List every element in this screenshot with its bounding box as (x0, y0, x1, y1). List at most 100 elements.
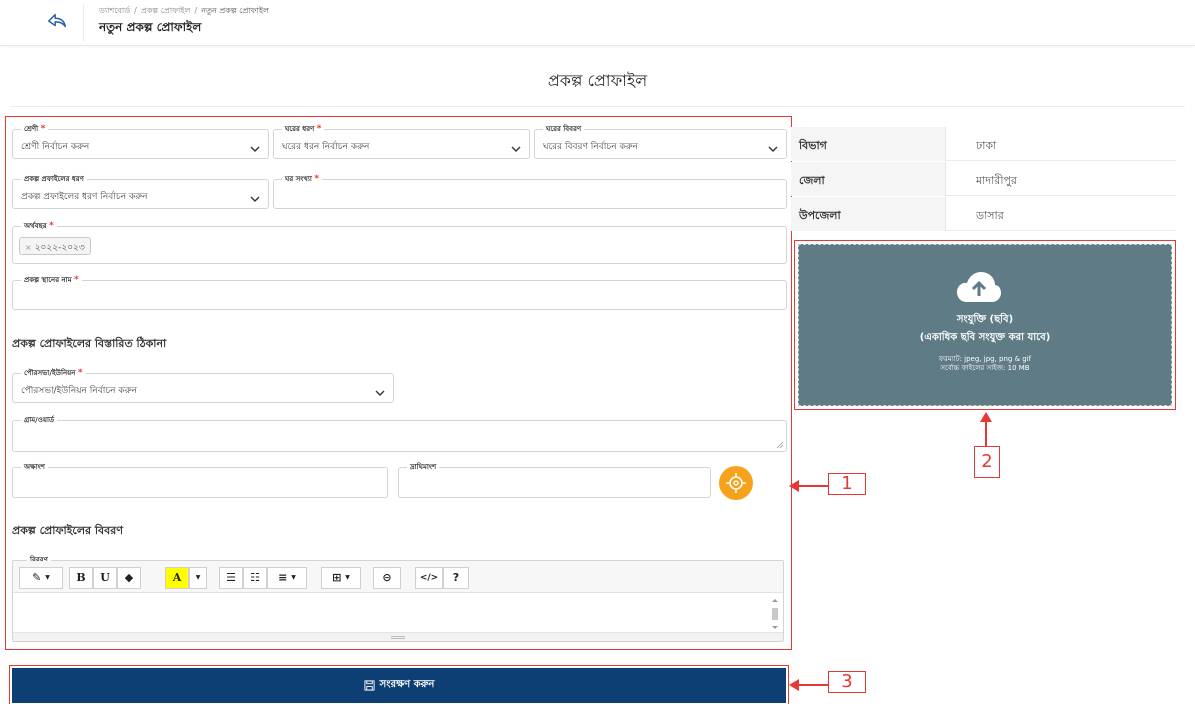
callout-1: 1 (828, 473, 866, 495)
description-heading: প্রকল্প প্রোফাইলের বিবরণ (12, 524, 123, 537)
required-mark: * (314, 174, 320, 184)
help-button[interactable]: ? (443, 567, 469, 589)
font-color-button[interactable]: A (165, 567, 189, 589)
info-key: উপজেলা (791, 197, 946, 231)
required-mark: * (74, 275, 79, 285)
underline-button[interactable]: U (93, 567, 117, 589)
address-heading: প্রকল্প প্রোফাইলের বিস্তারিত ঠিকানা (12, 337, 167, 350)
description-editor[interactable]: বিবরণ ✎ ▼ B U ◆ A ▼ ☰ ☷ ≡ ▼ ⊞ ▼ ⊝ </> ? (12, 555, 784, 642)
fiscal-year-multiselect[interactable]: অর্থবছর * × ২০২২-২০২৩ (12, 221, 787, 264)
editor-toolbar: ✎ ▼ B U ◆ A ▼ ☰ ☷ ≡ ▼ ⊞ ▼ ⊝ </> ? (13, 561, 783, 593)
upload-subtitle: (একাধিক ছবি সংযুক্ত করা যাবে) (919, 332, 1051, 343)
help-icon: ? (452, 571, 460, 584)
tag-remove-icon[interactable]: × (25, 243, 32, 252)
house-count-input[interactable]: ঘর সংখ্যা * (273, 174, 787, 209)
category-label: শ্রেণী (24, 125, 39, 133)
required-mark: * (49, 221, 54, 231)
locate-button[interactable] (719, 466, 753, 500)
ordered-list-button[interactable]: ☷ (243, 567, 267, 589)
table-icon: ⊞ (332, 571, 342, 584)
breadcrumb: ড্যাশবোর্ড / প্রকল্প প্রোফাইল / নতুন প্রকল্প… (99, 5, 269, 18)
breadcrumb-sep: / (194, 6, 198, 15)
unordered-list-button[interactable]: ☰ (219, 567, 243, 589)
caret-down-icon: ▼ (195, 574, 201, 581)
editor-resize-bar[interactable] (13, 632, 783, 641)
magic-wand-icon: ✎ (32, 571, 42, 584)
arrow-head-icon (980, 412, 992, 422)
callout-arrow (796, 684, 828, 686)
chevron-down-icon (511, 139, 521, 152)
editor-body[interactable] (13, 594, 783, 632)
required-mark: * (77, 368, 83, 378)
category-value: শ্রেণী নির্বাচন করুন (21, 142, 90, 152)
house-count-label: ঘর সংখ্যা (285, 175, 312, 183)
info-key: বিভাগ (791, 127, 946, 161)
chevron-down-icon (250, 189, 260, 202)
font-color-dropdown[interactable]: ▼ (189, 567, 207, 589)
profile-type-select[interactable]: প্রকল্প প্রফাইলের ধরণ প্রকল্প প্রফাইলের … (12, 174, 269, 209)
image-upload-dropzone[interactable]: সংযুক্তি (ছবি) (একাধিক ছবি সংযুক্ত করা য… (798, 244, 1172, 406)
arrow-head-icon (789, 480, 799, 492)
required-mark: * (316, 124, 322, 134)
latitude-input[interactable]: অক্ষাংশ (12, 462, 388, 498)
bold-button[interactable]: B (69, 567, 93, 589)
clear-format-button[interactable]: ◆ (117, 567, 141, 589)
place-name-input[interactable]: প্রকল্প স্থানের নাম * (12, 275, 787, 310)
page-title: প্রকল্প প্রোফাইল (547, 71, 648, 90)
chevron-down-icon (768, 139, 778, 152)
fiscal-year-label: অর্থবছর (24, 222, 47, 230)
callout-arrow (796, 485, 828, 487)
numbered-list-icon: ☷ (250, 571, 260, 584)
info-value: ঢাকা (976, 139, 997, 152)
house-detail-value: ঘরের বিবরণ নির্বাচন করুন (543, 142, 639, 152)
profile-type-label: প্রকল্প প্রফাইলের ধরণ (24, 175, 84, 183)
info-key: জেলা (791, 162, 946, 196)
location-info-table: বিভাগ ঢাকা জেলা মাদারীপুর উপজেলা ডাসার (791, 127, 1176, 231)
upload-title: সংযুক্তি (ছবি) (956, 314, 1014, 325)
header-title: নতুন প্রকল্প প্রোফাইল (99, 20, 202, 34)
union-select[interactable]: পৌরসভা/ইউনিয়ন * পৌরসভা/ইউনিয়ন নির্বাচন… (12, 368, 394, 403)
upload-max-size: সর্বোচ্চ ফাইলের সাইজ: 10 MB (940, 364, 1030, 372)
village-label: গ্রাম/ওয়ার্ড (24, 416, 55, 424)
info-row-upazila: উপজেলা ডাসার (791, 197, 1176, 231)
upload-region: সংযুক্তি (ছবি) (একাধিক ছবি সংযুক্ত করা য… (794, 240, 1176, 410)
latitude-label: অক্ষাংশ (24, 463, 45, 471)
bullet-list-icon: ☰ (226, 571, 236, 584)
callout-3: 3 (828, 671, 866, 693)
house-detail-select[interactable]: ঘরের বিবরণ ঘরের বিবরণ নির্বাচন করুন (534, 124, 787, 159)
font-color-icon: A (172, 571, 182, 584)
breadcrumb-project-profile[interactable]: প্রকল্প প্রোফাইল (141, 6, 191, 15)
bold-icon: B (76, 571, 86, 584)
info-row-district: জেলা মাদারীপুর (791, 162, 1176, 196)
category-select[interactable]: শ্রেণী * শ্রেণী নির্বাচন করুন (12, 124, 269, 159)
cloud-upload-icon (957, 272, 1001, 302)
profile-type-value: প্রকল্প প্রফাইলের ধরণ নির্বাচন করুন (21, 192, 148, 202)
village-textarea[interactable]: গ্রাম/ওয়ার্ড (12, 415, 787, 452)
chevron-down-icon (250, 139, 260, 152)
editor-scrollbar[interactable] (769, 597, 781, 633)
link-icon: ⊝ (382, 571, 392, 584)
link-button[interactable]: ⊝ (373, 567, 401, 589)
save-icon (364, 680, 375, 691)
breadcrumb-dashboard[interactable]: ড্যাশবোর্ড (99, 6, 130, 15)
back-icon[interactable] (46, 10, 68, 32)
info-value: মাদারীপুর (976, 174, 1017, 187)
resize-grip-icon[interactable] (776, 441, 784, 449)
magic-style-button[interactable]: ✎ ▼ (19, 567, 63, 589)
save-button[interactable]: সংরক্ষণ করুন (12, 668, 786, 703)
house-type-value: ঘরের ধরন নির্বাচন করুন (282, 142, 370, 152)
code-view-button[interactable]: </> (415, 567, 443, 589)
paragraph-align-button[interactable]: ≡ ▼ (267, 567, 307, 589)
callout-2: 2 (974, 446, 1000, 478)
crosshair-icon (726, 473, 746, 493)
table-button[interactable]: ⊞ ▼ (321, 567, 361, 589)
caret-down-icon: ▼ (345, 574, 350, 581)
house-detail-label: ঘরের বিবরণ (546, 125, 582, 133)
info-value: ডাসার (976, 209, 1004, 222)
longitude-input[interactable]: দ্রাঘিমাংশ (398, 462, 711, 498)
house-type-select[interactable]: ঘরের ধরণ * ঘরের ধরন নির্বাচন করুন (273, 124, 530, 159)
breadcrumb-sep: / (134, 6, 137, 15)
arrow-head-icon (789, 679, 799, 691)
breadcrumb-current: নতুন প্রকল্প প্রোফাইল (201, 6, 269, 15)
place-name-label: প্রকল্প স্থানের নাম (24, 276, 72, 284)
